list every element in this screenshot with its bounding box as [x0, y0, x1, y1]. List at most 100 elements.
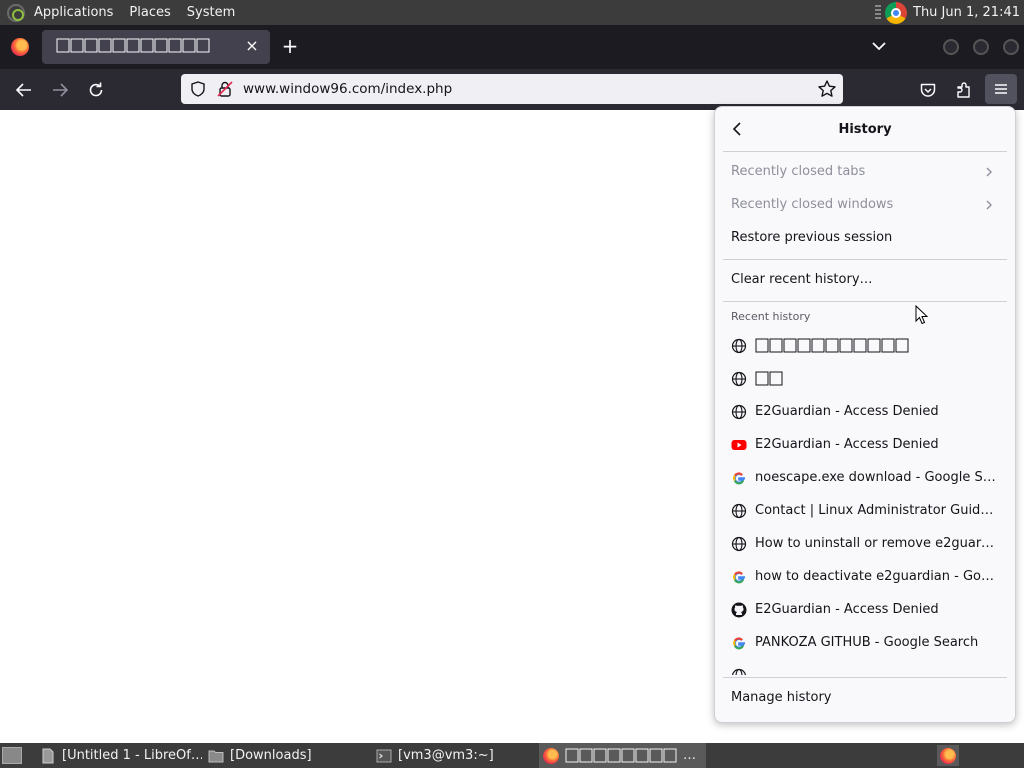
- history-item-title: E2Guardian - Access Denied: [755, 437, 939, 452]
- task-label: [vm3@vm3:~]: [398, 748, 494, 763]
- history-item[interactable]: E2Guardian - Access Denied: [723, 396, 1007, 429]
- history-panel: History Recently closed tabs Recently cl…: [714, 106, 1016, 723]
- applications-menu[interactable]: Applications: [26, 0, 121, 25]
- url-bar[interactable]: www.window96.com/index.php: [181, 74, 843, 104]
- task-title-glyphs: [565, 748, 677, 762]
- show-desktop-button[interactable]: [2, 747, 22, 764]
- globe-icon: [731, 404, 747, 420]
- history-item[interactable]: E2Guardian - Access Denied: [723, 594, 1007, 627]
- chevron-right-icon: [986, 167, 992, 177]
- mouse-cursor-icon: [915, 305, 929, 325]
- separator: [723, 677, 1007, 678]
- history-item[interactable]: [723, 363, 1007, 396]
- top-panel: Applications Places System Thu Jun 1, 21…: [0, 0, 1024, 25]
- url-text[interactable]: www.window96.com/index.php: [243, 81, 452, 97]
- recently-closed-windows-item[interactable]: Recently closed windows: [723, 189, 1007, 222]
- clock[interactable]: Thu Jun 1, 21:41: [913, 5, 1024, 20]
- history-item[interactable]: E2Guardian - Access Denied: [723, 429, 1007, 462]
- recently-closed-tabs-label: Recently closed tabs: [731, 164, 866, 179]
- history-panel-header: History: [715, 107, 1015, 151]
- minimize-window-button[interactable]: [943, 39, 959, 55]
- tab-title: [56, 38, 212, 57]
- reload-button[interactable]: [83, 77, 109, 103]
- youtube-icon: [731, 440, 747, 450]
- active-tab[interactable]: ×: [42, 30, 270, 64]
- app-menu-button[interactable]: [985, 74, 1017, 104]
- history-item-title: E2Guardian - Access Denied: [755, 404, 939, 419]
- pocket-icon: [920, 83, 936, 97]
- history-item[interactable]: noescape.exe download - Google Search: [723, 462, 1007, 495]
- recently-closed-windows-label: Recently closed windows: [731, 197, 894, 212]
- globe-icon: [731, 371, 747, 387]
- history-item-title: How to uninstall or remove e2guardian…: [755, 536, 999, 551]
- history-item-title: how to deactivate e2guardian - Google…: [755, 569, 999, 584]
- history-item-partial[interactable]: [723, 660, 1007, 675]
- firefox-icon: [543, 747, 559, 764]
- document-icon: [42, 748, 54, 763]
- restore-session-label: Restore previous session: [731, 230, 893, 245]
- recent-history-heading: Recent history: [731, 310, 811, 323]
- task-label: …: [683, 748, 696, 763]
- tab-title-glyphs: [56, 38, 210, 53]
- navigation-toolbar: www.window96.com/index.php: [0, 69, 1024, 110]
- manage-history-item[interactable]: Manage history: [723, 682, 1007, 715]
- new-tab-button[interactable]: +: [279, 36, 301, 58]
- task-firefox[interactable]: …: [539, 743, 706, 768]
- chrome-launcher-icon[interactable]: [885, 1, 907, 24]
- globe-icon: [731, 668, 747, 675]
- separator: [723, 301, 1007, 302]
- tab-bar: × +: [0, 25, 1024, 69]
- extensions-button[interactable]: [951, 77, 977, 103]
- restore-session-item[interactable]: Restore previous session: [723, 222, 1007, 255]
- tracking-protection-shield-icon[interactable]: [189, 80, 207, 98]
- maximize-window-button[interactable]: [973, 39, 989, 55]
- google-icon: [733, 472, 745, 485]
- forward-button[interactable]: [47, 77, 73, 103]
- history-item-title: [755, 338, 999, 358]
- task-downloads[interactable]: [Downloads]: [208, 743, 368, 768]
- task-libreoffice[interactable]: [Untitled 1 - LibreOf…: [40, 743, 202, 768]
- places-menu[interactable]: Places: [121, 0, 178, 25]
- history-item-title-glyphs: [755, 371, 783, 386]
- hamburger-menu-icon: [995, 84, 1007, 94]
- history-item[interactable]: how to deactivate e2guardian - Google…: [723, 561, 1007, 594]
- task-label: [Untitled 1 - LibreOf…: [62, 748, 202, 763]
- tab-close-button[interactable]: ×: [242, 36, 262, 56]
- chevron-right-icon: [986, 200, 992, 210]
- recently-closed-tabs-item[interactable]: Recently closed tabs: [723, 156, 1007, 189]
- tray-firefox-button[interactable]: [937, 745, 959, 766]
- close-window-button[interactable]: [1003, 39, 1019, 55]
- globe-icon: [731, 536, 747, 552]
- folder-icon: [208, 750, 224, 762]
- reload-icon: [89, 82, 103, 97]
- task-terminal[interactable]: [vm3@vm3:~]: [376, 743, 536, 768]
- back-button[interactable]: [11, 77, 37, 103]
- google-icon: [733, 637, 745, 650]
- task-label: [Downloads]: [230, 748, 312, 763]
- system-menu[interactable]: System: [179, 0, 243, 25]
- clear-recent-history-item[interactable]: Clear recent history…: [723, 264, 1007, 297]
- bookmark-star-icon[interactable]: [817, 79, 837, 99]
- history-item-title: noescape.exe download - Google Search: [755, 470, 999, 485]
- globe-icon: [731, 338, 747, 354]
- history-item[interactable]: Contact | Linux Administrator Guide | Li…: [723, 495, 1007, 528]
- terminal-icon: [376, 749, 392, 762]
- history-item-title-glyphs: [755, 338, 909, 353]
- history-item[interactable]: How to uninstall or remove e2guardian…: [723, 528, 1007, 561]
- distro-logo-icon[interactable]: [7, 3, 25, 22]
- arrow-left-icon: [15, 83, 31, 97]
- github-icon: [731, 602, 747, 618]
- firefox-view-icon[interactable]: [11, 38, 29, 56]
- panel-tray: Thu Jun 1, 21:41: [875, 0, 1024, 25]
- history-item[interactable]: PANKOZA GITHUB - Google Search: [723, 627, 1007, 660]
- connection-not-secure-icon[interactable]: [216, 80, 234, 98]
- panel-grip-handle[interactable]: [875, 4, 881, 21]
- arrow-right-icon: [53, 83, 69, 97]
- google-icon: [733, 571, 745, 584]
- pocket-button[interactable]: [915, 77, 941, 103]
- globe-icon: [731, 503, 747, 519]
- history-item-title: [755, 371, 999, 391]
- list-all-tabs-button[interactable]: [868, 35, 890, 57]
- panel-title: History: [838, 122, 892, 137]
- history-item[interactable]: [723, 330, 1007, 363]
